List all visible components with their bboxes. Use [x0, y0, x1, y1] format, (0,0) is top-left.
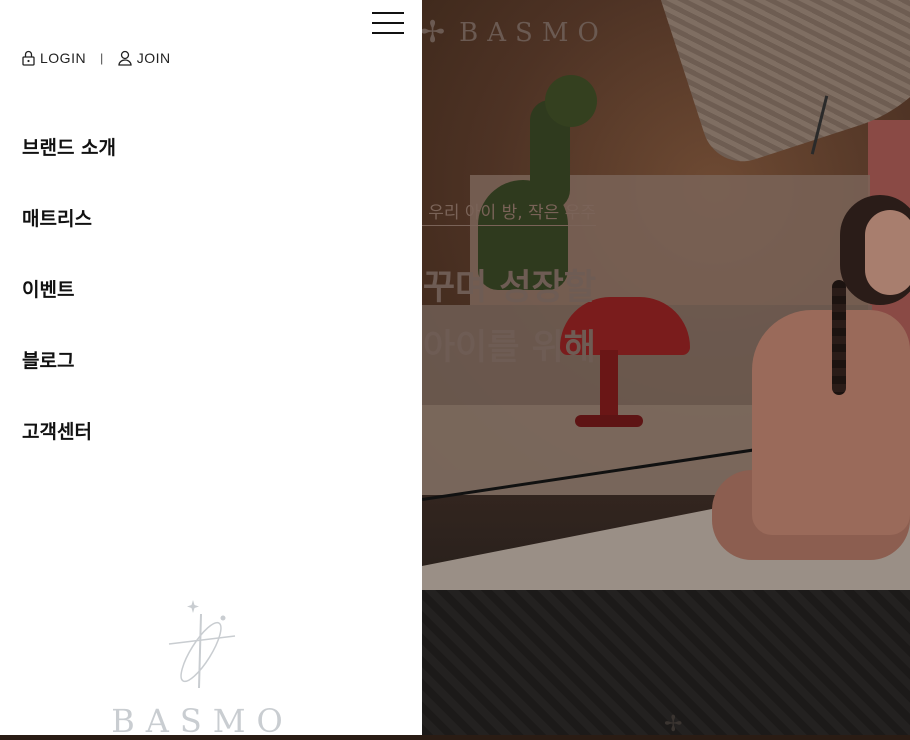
join-link[interactable]: JOIN	[118, 50, 171, 66]
login-label: LOGIN	[40, 50, 87, 66]
mushroom-lamp-stem	[600, 350, 618, 422]
login-link[interactable]: LOGIN	[22, 50, 86, 66]
hero-headline-line1: 꾸며 성장할	[422, 268, 596, 308]
dinosaur-toy-head	[545, 75, 597, 127]
child-face	[865, 210, 910, 295]
nav-item-support[interactable]: 고객센터	[22, 414, 116, 485]
nav-item-brand[interactable]: 브랜드 소개	[22, 130, 116, 201]
drawer-nav: 브랜드 소개 매트리스 이벤트 블로그 고객센터	[22, 130, 116, 485]
star-orbit-icon: ✢	[664, 712, 683, 735]
nav-item-event[interactable]: 이벤트	[22, 272, 116, 343]
lock-icon	[22, 50, 35, 66]
auth-separator: |	[100, 51, 104, 65]
hero-logo-wordmark: BASMO	[459, 18, 608, 48]
user-icon	[118, 50, 132, 66]
star-orbit-icon	[168, 600, 235, 689]
hero-headline-line2: 아이를 위해	[422, 328, 596, 368]
side-drawer: LOGIN | JOIN 브랜드 소개 매트리스 이벤트 블로그 고객센터 BA…	[0, 0, 422, 740]
mushroom-lamp-base	[575, 415, 643, 427]
hero-logo[interactable]: ✢ BASMO	[420, 15, 608, 50]
child-braid	[832, 280, 846, 395]
join-label: JOIN	[136, 50, 171, 66]
hero-headline: 꾸며 성장할 아이를 위해	[400, 258, 596, 378]
auth-links: LOGIN | JOIN	[22, 50, 171, 66]
hamburger-icon-line	[372, 12, 404, 14]
star-orbit-icon: ✢	[420, 15, 446, 50]
hamburger-icon-line	[372, 32, 404, 34]
child-figure	[752, 310, 910, 535]
drawer-footer-logo[interactable]: BASMO	[95, 596, 310, 740]
menu-toggle-button[interactable]	[372, 12, 404, 34]
hero-kicker: 우리 아이 방, 작은 우주	[400, 198, 596, 226]
drawer-logo-wordmark: BASMO	[111, 702, 294, 740]
nav-item-mattress[interactable]: 매트리스	[22, 201, 116, 272]
nav-item-blog[interactable]: 블로그	[22, 343, 116, 414]
hamburger-icon-line	[372, 22, 404, 24]
